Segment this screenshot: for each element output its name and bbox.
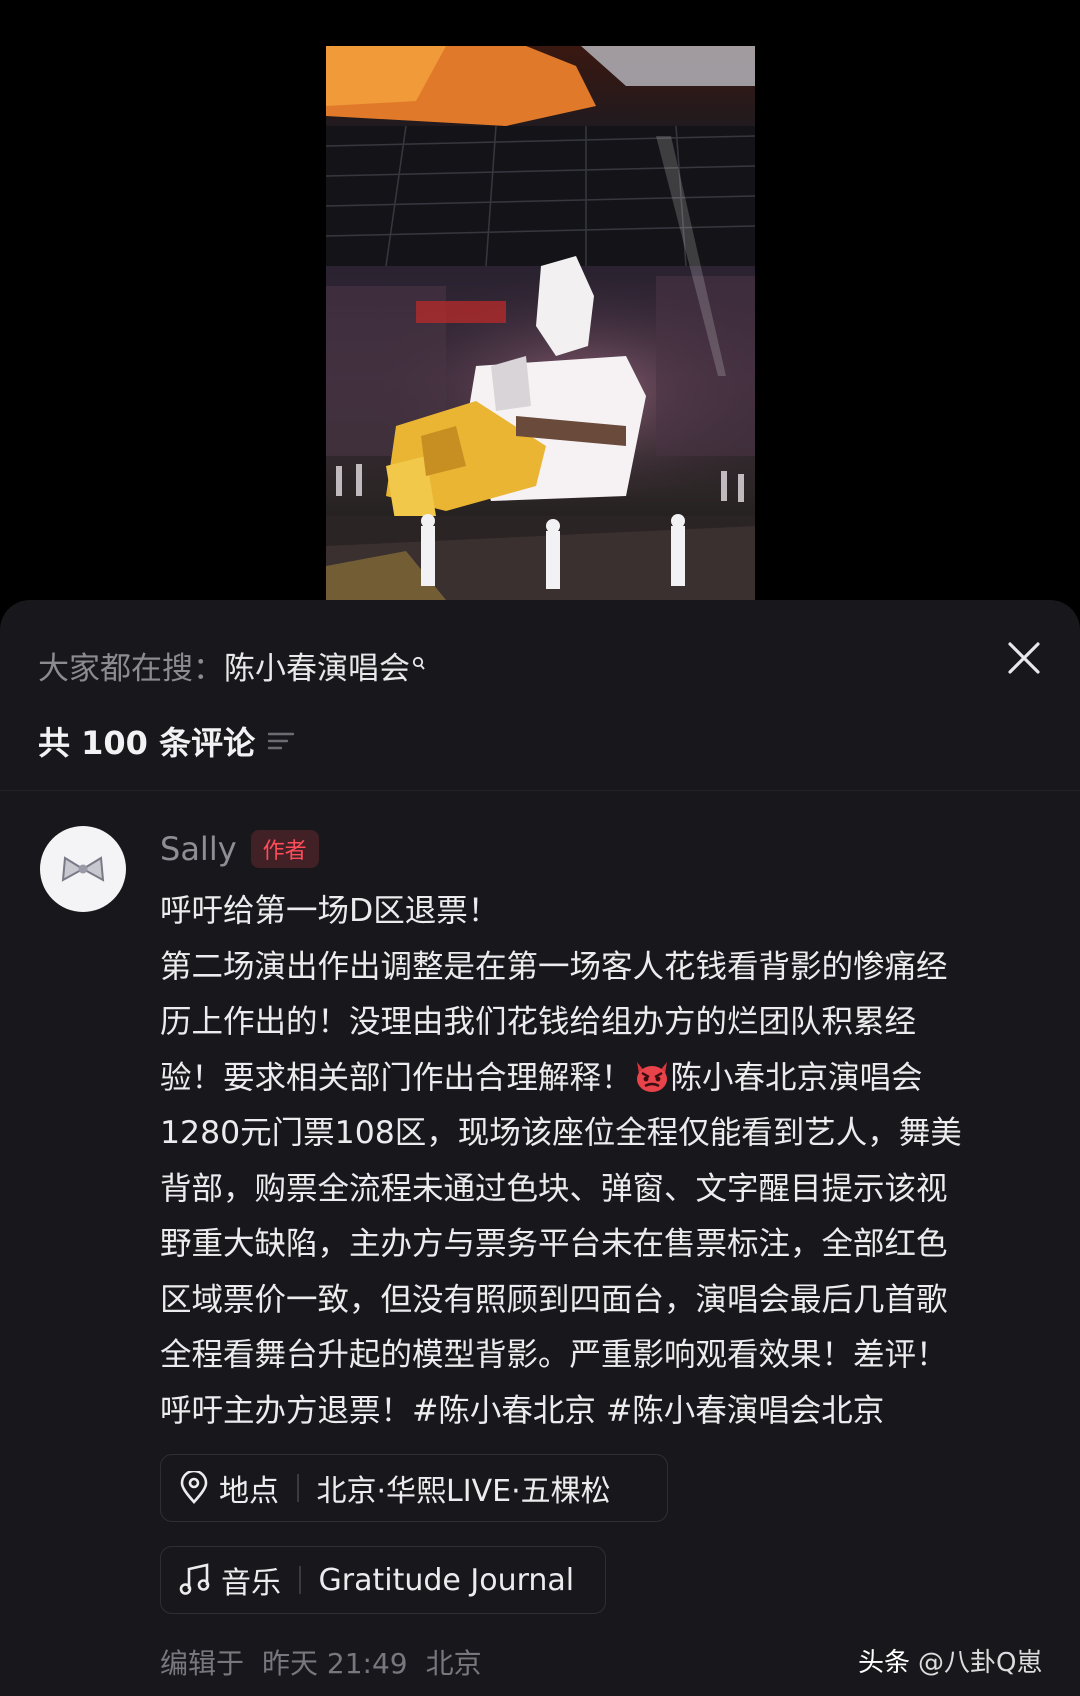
- watermark-handle: @八卦Q崽: [918, 1647, 1043, 1678]
- trending-search-keyword[interactable]: 陈小春演唱会: [224, 643, 410, 688]
- post-meta: 编辑于 昨天 21:49 北京: [160, 1642, 500, 1682]
- close-icon[interactable]: [1004, 638, 1044, 678]
- comment-line: 全程看舞台升起的模型背影。严重影响观看效果！差评！: [160, 1337, 948, 1373]
- location-label: 地点: [219, 1474, 279, 1509]
- comment-line: 区域票价一致，但没有照顾到四面台，演唱会最后几首歌: [160, 1281, 948, 1318]
- comment-line-part: 验！要求相关部门作出合理解释！: [160, 1059, 633, 1096]
- tag-separator: [297, 1474, 299, 1502]
- location-pin-icon: [180, 1471, 208, 1504]
- author-badge: 作者: [250, 830, 319, 868]
- search-icon: [412, 656, 425, 670]
- trending-search-row[interactable]: 大家都在搜： 陈小春演唱会: [38, 640, 426, 690]
- bow-icon: [61, 856, 105, 882]
- comment-line: 第二场演出作出调整是在第一场客人花钱看背影的惨痛经: [160, 948, 948, 985]
- tag-separator: [299, 1566, 301, 1594]
- comment-line: 1280元门票108区，现场该座位全程仅能看到艺人，舞美: [160, 1115, 962, 1151]
- location-value: 北京·华熙LIVE·五棵松: [316, 1474, 611, 1509]
- sort-icon[interactable]: [267, 729, 295, 753]
- watermark: 头条 @八卦Q崽: [858, 1636, 1042, 1684]
- watermark-brand: 头条: [858, 1647, 911, 1678]
- trending-search-prefix: 大家都在搜：: [38, 650, 224, 687]
- stage-image: [326, 46, 755, 600]
- angry-devil-emoji: [636, 1061, 667, 1092]
- video-frame[interactable]: [326, 46, 755, 600]
- comment-count-row: 共 100 条评论: [38, 716, 295, 766]
- comment-line: 野重大缺陷，主办方与票务平台未在售票标注，全部红色: [160, 1226, 948, 1262]
- comment-line: 历上作出的！没理由我们花钱给组办方的烂团队积累经: [160, 1004, 917, 1040]
- header-divider: [0, 790, 1080, 791]
- author-row: Sally 作者: [160, 826, 319, 872]
- comment-line: 验！要求相关部门作出合理解释！ 陈小春北京演唱会: [160, 1051, 1046, 1107]
- music-value: Gratitude Journal: [318, 1562, 575, 1598]
- music-note-icon: [179, 1563, 210, 1595]
- comment-line: 呼吁主办方退票！#陈小春北京 #陈小春演唱会北京: [160, 1392, 885, 1429]
- comment-line-part: 陈小春北京演唱会: [670, 1059, 923, 1096]
- music-tag[interactable]: 音乐 Gratitude Journal: [160, 1546, 606, 1614]
- comment-line: 呼吁给第一场D区退票！: [160, 893, 500, 929]
- author-avatar[interactable]: [40, 826, 126, 912]
- author-name[interactable]: Sally: [160, 830, 237, 868]
- comment-count: 共 100 条评论: [38, 724, 256, 762]
- edited-label: 编辑于: [160, 1647, 245, 1680]
- comment-text: 呼吁给第一场D区退票！ 第二场演出作出调整是在第一场客人花钱看背影的惨痛经 历上…: [160, 884, 1046, 1439]
- comment-line: 背部，购票全流程未通过色块、弹窗、文字醒目提示该视: [160, 1170, 948, 1207]
- location-tag[interactable]: 地点 北京·华熙LIVE·五棵松: [160, 1454, 668, 1522]
- edited-place: 北京: [425, 1647, 482, 1680]
- music-label: 音乐: [221, 1566, 281, 1601]
- edited-time: 昨天 21:49: [262, 1647, 408, 1680]
